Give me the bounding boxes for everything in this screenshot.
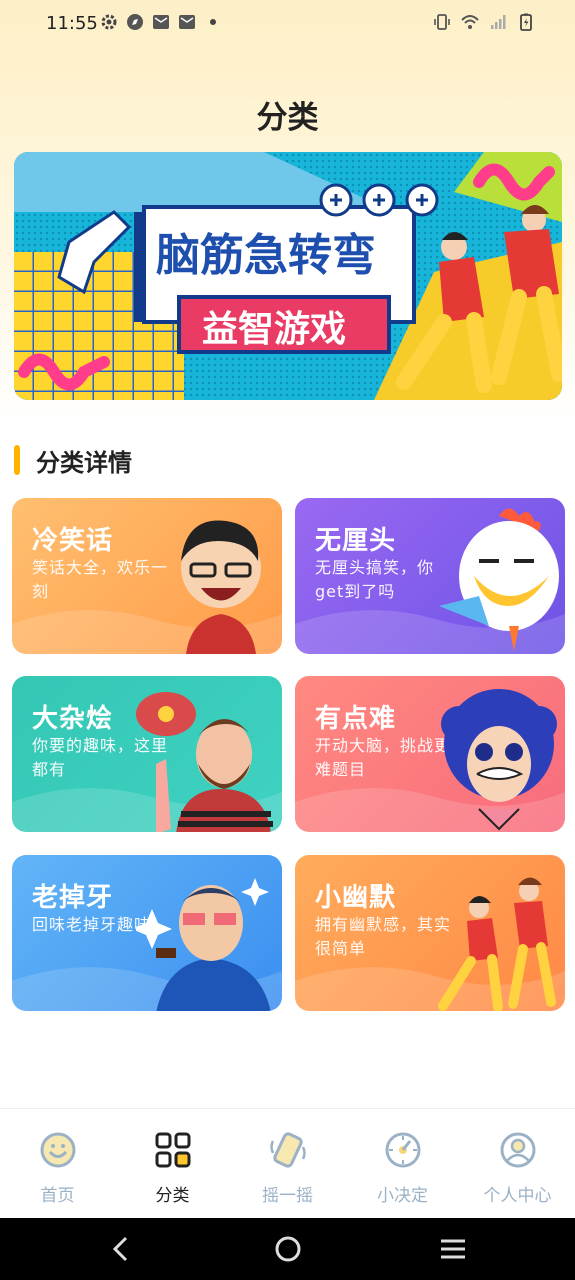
status-bar: 11:55	[0, 0, 575, 48]
spinner-icon	[385, 1132, 421, 1168]
category-card-hard[interactable]: 有点难 开动大脑，挑战更难题目	[295, 676, 565, 832]
shake-phone-icon	[270, 1132, 306, 1168]
category-card-cold-jokes[interactable]: 冷笑话 笑话大全，欢乐一刻	[12, 498, 282, 654]
rooster-mascot-icon	[439, 508, 559, 651]
card-title: 老掉牙	[32, 883, 114, 913]
settings-gear-icon	[101, 14, 117, 30]
section-header: 分类详情	[14, 444, 132, 477]
card-title: 无厘头	[315, 526, 397, 556]
system-navigation-bar	[0, 1218, 575, 1280]
card-desc: 开动大脑，挑战更难题目	[315, 736, 452, 779]
banner-subtitle: 益智游戏	[202, 309, 346, 350]
status-time: 11:55	[46, 13, 98, 34]
battery-charging-icon	[520, 13, 532, 31]
page-title: 分类	[256, 100, 319, 136]
banner-illustration: 脑筋急转弯 益智游戏	[14, 152, 562, 400]
category-card-humor[interactable]: 小幽默 拥有幽默感，其实很简单	[295, 855, 565, 1011]
vibrate-icon	[434, 14, 450, 30]
tab-label: 小决定	[377, 1186, 428, 1206]
mail-icon-2	[179, 15, 195, 29]
laughing-man-icon	[181, 520, 261, 654]
bottom-tab-bar: 首页 分类 摇一摇 小决定 个人中心	[0, 1108, 575, 1219]
banner-brain-teaser[interactable]: 脑筋急转弯 益智游戏	[14, 152, 562, 400]
bearded-man-lightbulb-icon	[136, 692, 273, 832]
notification-icons	[100, 13, 222, 31]
compass-icon	[127, 14, 143, 30]
card-desc: 笑话大全，欢乐一刻	[32, 558, 169, 601]
card-desc: 无厘头搞笑，你get到了吗	[315, 558, 435, 601]
back-icon[interactable]	[106, 1234, 136, 1264]
mail-icon	[153, 15, 169, 29]
dancing-couple-icon	[438, 877, 556, 1011]
section-accent-bar	[14, 445, 20, 475]
tab-shake[interactable]: 摇一摇	[230, 1109, 345, 1219]
tab-profile[interactable]: 个人中心	[460, 1109, 575, 1219]
user-icon	[500, 1132, 536, 1168]
wifi-icon	[461, 15, 479, 29]
tab-label: 摇一摇	[262, 1186, 313, 1206]
recents-menu-icon[interactable]	[438, 1234, 468, 1264]
pipe-smoking-man-icon	[136, 878, 271, 1011]
category-card-medley[interactable]: 大杂烩 你要的趣味，这里都有	[12, 676, 282, 832]
tab-label: 首页	[40, 1186, 75, 1206]
card-title: 冷笑话	[32, 526, 114, 556]
category-card-nonsense[interactable]: 无厘头 无厘头搞笑，你get到了吗	[295, 498, 565, 654]
section-title: 分类详情	[36, 448, 132, 477]
smile-icon	[40, 1132, 76, 1168]
tab-label: 个人中心	[483, 1186, 552, 1206]
curly-hair-man-icon	[441, 689, 557, 831]
banner-title: 脑筋急转弯	[156, 230, 376, 281]
tab-category[interactable]: 分类	[115, 1109, 230, 1219]
tab-decision[interactable]: 小决定	[345, 1109, 460, 1219]
signal-icon	[491, 15, 506, 29]
card-title: 小幽默	[315, 883, 397, 913]
dot-icon	[210, 19, 216, 25]
system-icons	[433, 13, 535, 31]
grid-icon	[155, 1132, 191, 1168]
tab-home[interactable]: 首页	[0, 1109, 115, 1219]
tab-label: 分类	[155, 1186, 190, 1206]
card-title: 有点难	[315, 704, 397, 734]
home-icon[interactable]	[273, 1234, 303, 1264]
card-title: 大杂烩	[32, 704, 114, 734]
category-card-old-school[interactable]: 老掉牙 回味老掉牙趣味	[12, 855, 282, 1011]
